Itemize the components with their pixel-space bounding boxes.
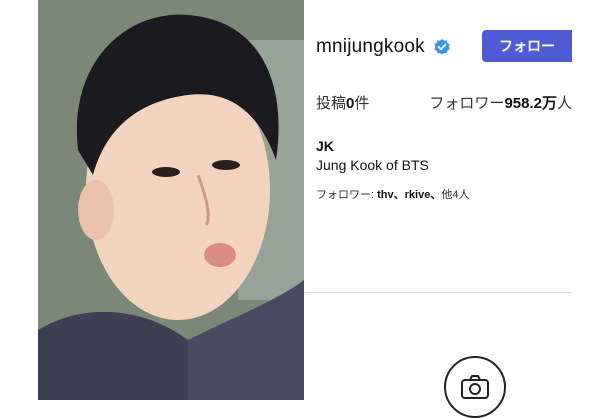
followed-by-users: thv、rkive、 <box>377 189 442 201</box>
posts-label: 投稿 <box>316 95 347 112</box>
profile-photo <box>38 0 304 400</box>
followed-by-others: 他4人 <box>441 189 470 201</box>
posts-suffix: 件 <box>354 95 370 112</box>
bio-name: JK <box>316 138 334 154</box>
followers-count[interactable]: フォロワー958.2万人 <box>429 92 572 113</box>
followers-value: 958.2万 <box>504 95 557 112</box>
page-margin <box>0 0 38 400</box>
followed-by-label: フォロワー: <box>316 189 378 201</box>
profile-panel: mnijungkook フォロー 投稿0件 フォロワー958.2万人 JK Ju… <box>304 0 610 418</box>
username-row: mnijungkook <box>316 36 451 58</box>
posts-count[interactable]: 投稿0件 <box>316 92 369 113</box>
followers-suffix: 人 <box>556 95 572 112</box>
divider <box>304 292 572 293</box>
camera-circle <box>444 356 506 418</box>
followers-label: フォロワー <box>429 95 505 112</box>
followed-by[interactable]: フォロワー: thv、rkive、他4人 <box>316 186 469 202</box>
bio: JK Jung Kook of BTS <box>316 137 429 175</box>
profile-stats: 投稿0件 フォロワー958.2万人 <box>316 92 572 113</box>
bio-description: Jung Kook of BTS <box>316 157 429 173</box>
username: mnijungkook <box>316 36 425 57</box>
camera-icon <box>460 358 490 405</box>
follow-button[interactable]: フォロー <box>482 30 572 62</box>
verified-badge-icon <box>433 38 451 56</box>
